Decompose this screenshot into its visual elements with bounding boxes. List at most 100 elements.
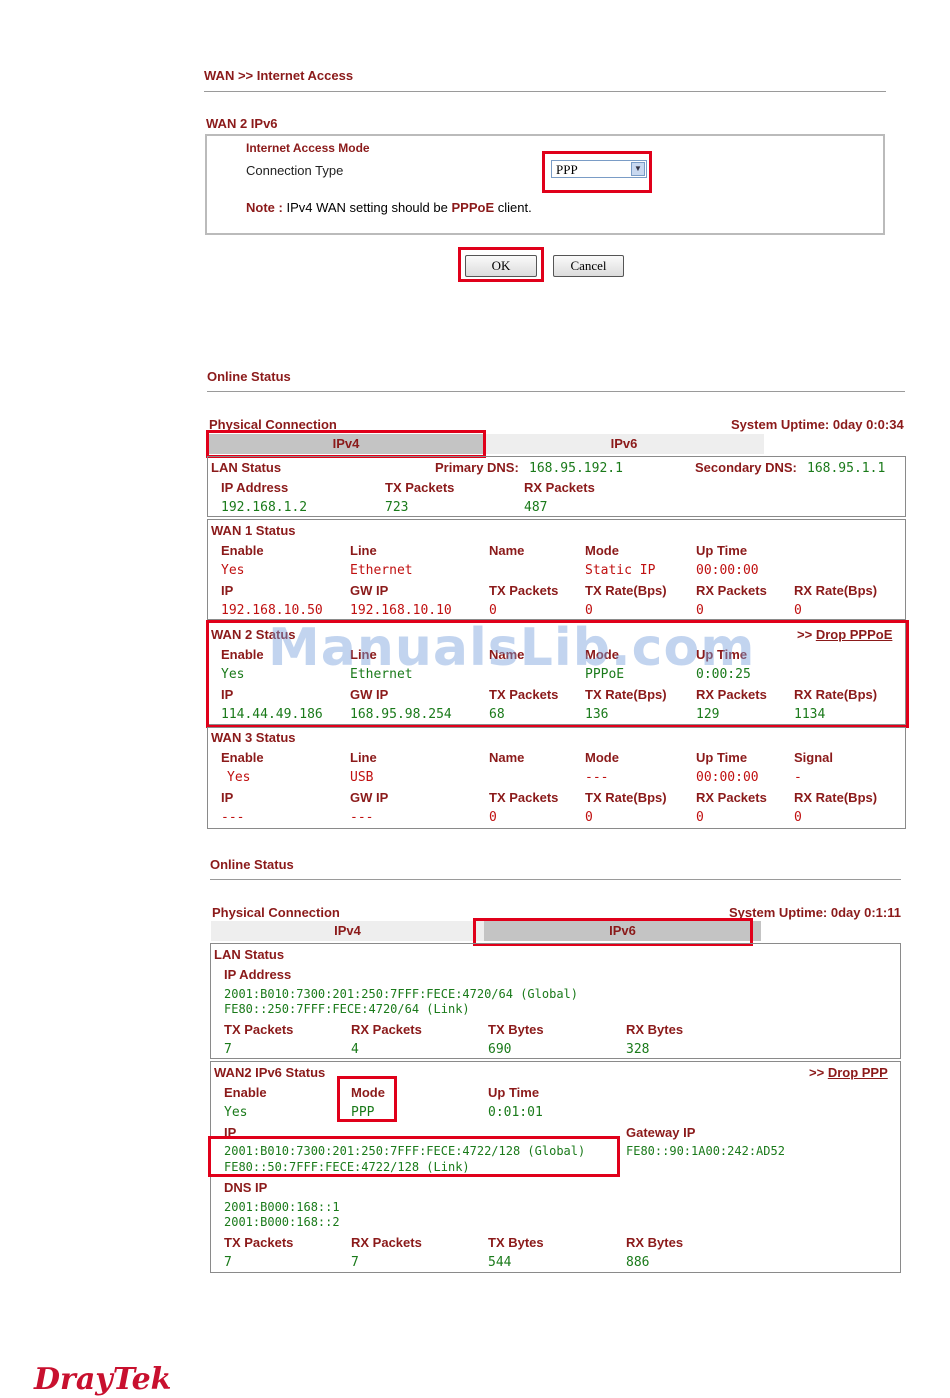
cell-value: - [794,770,802,785]
physical-connection-label: Physical Connection [212,905,340,920]
col-header: GW IP [350,790,389,805]
wan3-status-panel: WAN 3 Status Enable Line Name Mode Up Ti… [207,727,906,829]
col-header: Line [350,543,377,558]
breadcrumb: WAN >> Internet Access [204,68,354,83]
primary-dns-label: Primary DNS: [435,460,519,475]
note-text: IPv4 WAN setting should be [286,200,448,215]
online-status-title: Online Status [210,857,294,872]
divider [210,879,901,880]
note-tail: client. [497,200,532,215]
col-header: IP Address [221,480,289,495]
highlight-ok [458,247,544,282]
col-header: Up Time [696,543,748,558]
cell-value: --- [221,810,245,825]
col-header: TX Bytes [488,1022,544,1037]
cell-value: 328 [626,1042,650,1057]
note-label: Note : [246,200,283,215]
col-header: TX Rate(Bps) [585,790,667,805]
col-header: TX Bytes [488,1235,544,1250]
wan1-status-title: WAN 1 Status [211,523,296,538]
highlight-ipv6-tab [473,918,753,946]
secondary-dns-label: Secondary DNS: [695,460,797,475]
cell-value: 192.168.10.50 [221,603,323,618]
cell-value: 00:00:00 [696,770,759,785]
cell-value: --- [350,810,374,825]
note: Note : IPv4 WAN setting should be PPPoE … [246,200,532,215]
divider [207,391,905,392]
col-header: TX Packets [224,1022,294,1037]
cell-value: USB [350,770,374,785]
draytek-logo: DrayTek [34,1362,172,1397]
cell-value: 7 [224,1042,232,1057]
drop-ppp-link[interactable]: Drop PPP [828,1065,888,1080]
col-header: RX Packets [696,583,767,598]
col-header: TX Packets [385,480,455,495]
highlight-ipv4-tab [206,430,486,458]
cell-value: 690 [488,1042,512,1057]
col-header: Enable [221,750,264,765]
cell-value: 0 [794,810,802,825]
cell-value: 487 [524,500,548,515]
cell-value: 0 [585,810,593,825]
wan2-ipv6-status-title: WAN2 IPv6 Status [214,1065,326,1080]
highlight-connection-type [542,151,652,193]
col-header: RX Packets [524,480,595,495]
col-header: TX Rate(Bps) [585,583,667,598]
cell-value: 7 [224,1255,232,1270]
cell-value: 7 [351,1255,359,1270]
connection-type-label: Connection Type [246,163,344,178]
cell-value: 4 [351,1042,359,1057]
cell-value: 723 [385,500,409,515]
col-header: IP [221,583,234,598]
drop-ppp: >> Drop PPP [809,1065,888,1080]
col-header: RX Packets [696,790,767,805]
lan-status-title: LAN Status [211,460,282,475]
tab-ipv6[interactable]: IPv6 [484,434,764,454]
cell-value: 0 [489,810,497,825]
cancel-button[interactable]: Cancel [553,255,624,277]
ip-address-header: IP Address [224,967,292,982]
col-header: Signal [794,750,834,765]
cell-value: 0 [696,603,704,618]
dns-ip-2: 2001:B000:168::2 [224,1215,340,1229]
cell-value: 0 [489,603,497,618]
system-uptime: System Uptime: 0day 0:0:34 [731,417,904,432]
col-header: Up Time [488,1085,540,1100]
gateway-ip-header: Gateway IP [626,1125,696,1140]
col-header: RX Packets [351,1235,422,1250]
col-header: RX Rate(Bps) [794,583,878,598]
highlight-wan2-ip [208,1136,620,1177]
col-header: TX Packets [224,1235,294,1250]
col-header: Mode [585,543,619,558]
divider [204,91,886,92]
cell-value: 544 [488,1255,512,1270]
lan-status-panel: LAN Status Primary DNS: 168.95.192.1 Sec… [207,456,906,517]
dns-ip-1: 2001:B000:168::1 [224,1200,340,1214]
watermark: ManualsLib.com [268,618,756,678]
lan-status-title: LAN Status [214,947,285,962]
col-header: RX Rate(Bps) [794,790,878,805]
col-header: RX Bytes [626,1235,684,1250]
cell-value: 00:00:00 [696,563,759,578]
cell-value: 0:01:01 [488,1105,543,1120]
col-header: RX Bytes [626,1022,684,1037]
cell-value: 886 [626,1255,650,1270]
lan-status-panel: LAN Status IP Address 2001:B010:7300:201… [210,943,901,1059]
cell-value: Yes [227,770,251,785]
wan3-status-title: WAN 3 Status [211,730,296,745]
cell-value: Ethernet [350,563,413,578]
dns-ip-header: DNS IP [224,1180,268,1195]
cell-value: 192.168.10.10 [350,603,452,618]
cell-value: 0 [696,810,704,825]
col-header: IP [221,790,234,805]
highlight-mode [337,1076,397,1122]
col-header: RX Packets [351,1022,422,1037]
cell-value: Yes [221,563,245,578]
cell-value: 0 [585,603,593,618]
tab-ipv4[interactable]: IPv4 [211,921,484,941]
primary-dns-value: 168.95.192.1 [529,461,623,476]
col-header: Enable [224,1085,267,1100]
col-header: TX Packets [489,790,559,805]
gateway-ip-value: FE80::90:1A00:242:AD52 [626,1144,785,1158]
system-uptime: System Uptime: 0day 0:1:11 [729,905,901,920]
